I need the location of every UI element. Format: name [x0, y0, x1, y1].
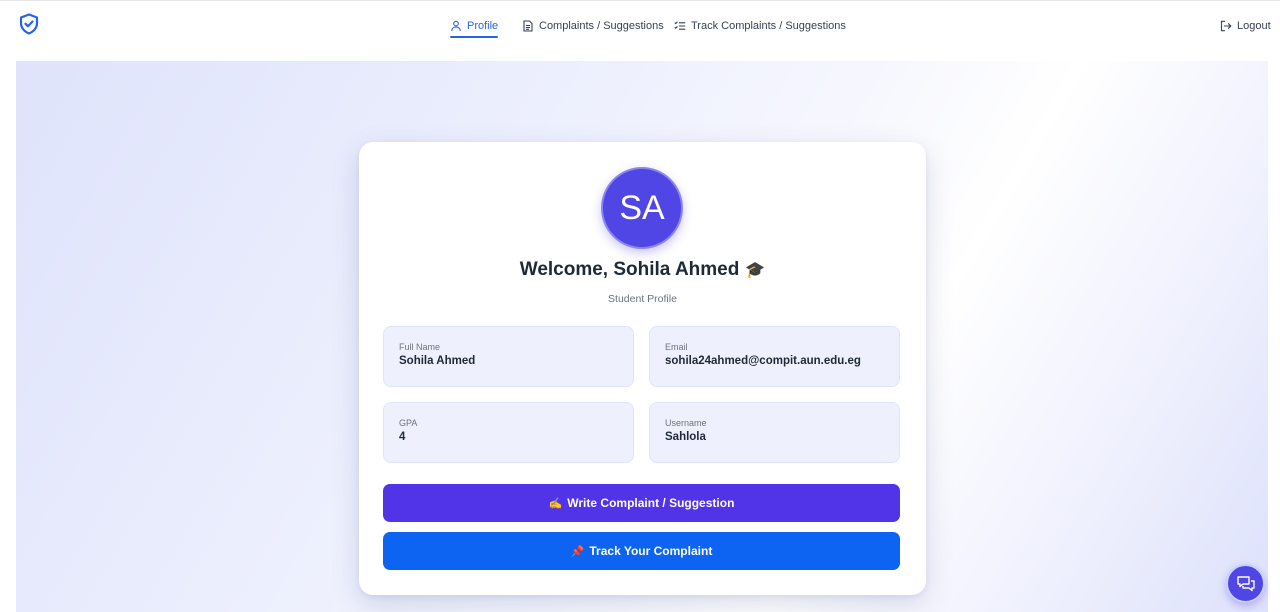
logout-icon	[1220, 20, 1232, 32]
graduation-cap-icon: 🎓	[745, 262, 766, 279]
checklist-icon	[674, 21, 686, 30]
gpa-field: GPA 4	[383, 402, 634, 463]
username-field: Username Sahlola	[649, 402, 900, 463]
nav-track-label: Track Complaints / Suggestions	[691, 20, 846, 32]
nav-profile[interactable]: Profile	[450, 16, 499, 38]
full-name-field: Full Name Sohila Ahmed	[383, 326, 634, 387]
profile-subtitle: Student Profile	[608, 293, 677, 305]
nav-track[interactable]: Track Complaints / Suggestions	[674, 16, 846, 36]
nav-profile-label: Profile	[467, 20, 499, 32]
writing-hand-icon: ✍️	[548, 497, 563, 510]
gpa-label: GPA	[399, 418, 418, 428]
logout-label: Logout	[1237, 20, 1271, 32]
chat-button[interactable]	[1226, 564, 1265, 603]
full-name-value: Sohila Ahmed	[399, 355, 476, 367]
nav-complaints-label: Complaints / Suggestions	[539, 20, 664, 32]
full-name-label: Full Name	[399, 342, 441, 352]
welcome-text: Welcome, Sohila Ahmed	[519, 259, 740, 280]
email-label: Email	[665, 342, 688, 352]
write-complaint-button[interactable]: ✍️ Write Complaint / Suggestion	[383, 484, 900, 522]
profile-card: SA Welcome, Sohila Ahmed 🎓 Student Profil…	[359, 142, 926, 595]
logout-button[interactable]: Logout	[1220, 16, 1271, 36]
pushpin-icon: 📌	[570, 545, 585, 558]
main-nav: Profile Complaints / Suggestions Track C…	[0, 1, 1280, 47]
chat-icon	[1236, 575, 1255, 591]
write-complaint-label: Write Complaint / Suggestion	[567, 496, 735, 510]
welcome-heading: Welcome, Sohila Ahmed 🎓	[359, 259, 926, 281]
nav-complaints[interactable]: Complaints / Suggestions	[522, 16, 664, 36]
user-icon	[451, 20, 461, 32]
top-navbar: Profile Complaints / Suggestions Track C…	[0, 0, 1280, 61]
document-icon	[523, 20, 533, 32]
track-complaint-label: Track Your Complaint	[589, 544, 713, 558]
gpa-value: 4	[399, 431, 406, 443]
email-field: Email sohila24ahmed@compit.aun.edu.eg	[649, 326, 900, 387]
email-value: sohila24ahmed@compit.aun.edu.eg	[665, 355, 861, 367]
username-label: Username	[665, 418, 707, 428]
username-value: Sahlola	[665, 431, 706, 443]
track-complaint-button[interactable]: 📌 Track Your Complaint	[383, 532, 900, 570]
avatar: SA	[601, 167, 683, 249]
